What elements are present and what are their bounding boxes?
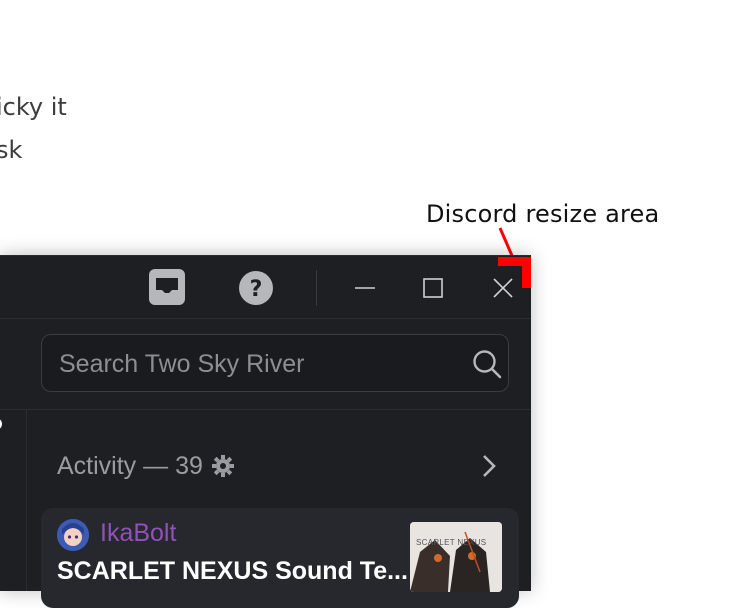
activity-header: Activity — 39	[57, 449, 235, 483]
resize-marker-side[interactable]	[522, 257, 531, 288]
activity-username[interactable]: IkaBolt	[100, 519, 176, 548]
activity-count-label: Activity — 39	[57, 451, 203, 480]
search-icon[interactable]	[472, 349, 502, 379]
search-input[interactable]	[57, 335, 461, 393]
gear-icon[interactable]	[211, 454, 235, 478]
maximize-button[interactable]	[413, 268, 453, 308]
minimize-icon	[355, 287, 375, 289]
server-icon	[0, 419, 2, 429]
server-list-edge[interactable]	[0, 319, 27, 591]
minimize-button[interactable]	[345, 268, 385, 308]
search-box[interactable]	[41, 334, 509, 393]
title-bar[interactable]: ?	[0, 256, 531, 318]
maximize-icon	[423, 278, 443, 298]
close-button[interactable]	[483, 268, 523, 308]
inbox-icon[interactable]	[148, 268, 186, 306]
chevron-right-icon[interactable]	[478, 452, 500, 480]
sidebar-divider	[26, 410, 27, 591]
search-separator	[0, 409, 531, 410]
titlebar-divider	[316, 270, 317, 306]
close-icon	[493, 278, 513, 298]
svg-text:?: ?	[250, 277, 263, 302]
album-art[interactable]: SCARLET NEXUS	[410, 522, 502, 592]
activity-track-title: SCARLET NEXUS Sound Te...	[57, 557, 408, 585]
album-caption: SCARLET NEXUS	[416, 538, 487, 547]
titlebar-separator	[0, 318, 531, 319]
avatar[interactable]	[57, 519, 89, 551]
help-icon[interactable]: ?	[237, 269, 275, 307]
